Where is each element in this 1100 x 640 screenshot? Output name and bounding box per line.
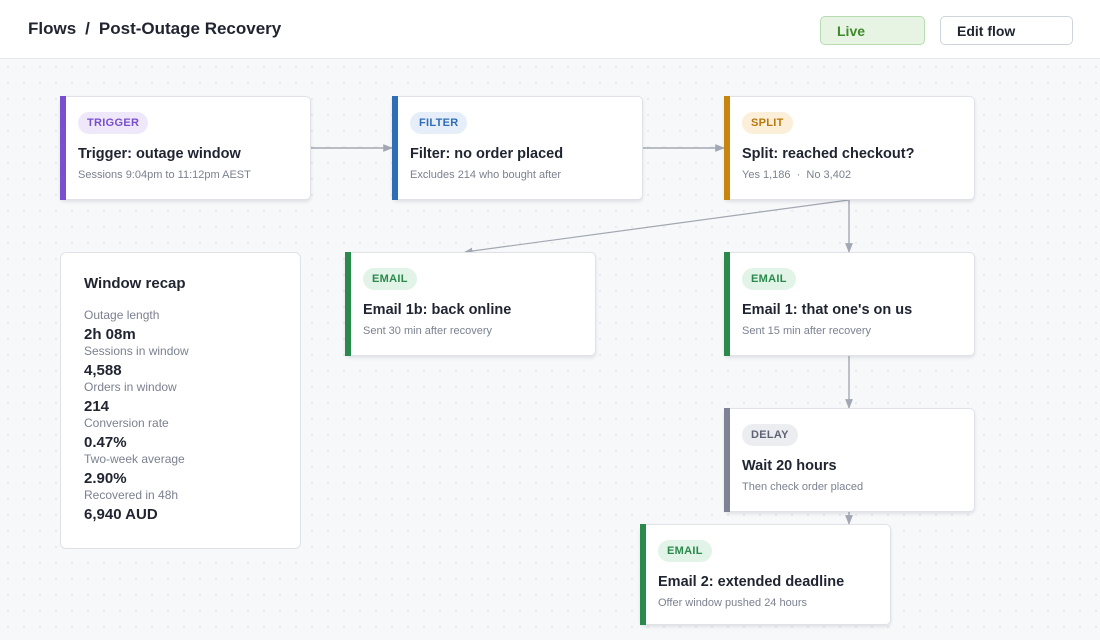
stat-label-conversion: Conversion rate xyxy=(84,416,169,430)
node-accent-bar xyxy=(724,252,730,356)
stat-label-recovered: Recovered in 48h xyxy=(84,488,179,502)
node-type-badge: TRIGGER xyxy=(78,112,149,134)
node-title: Split: reached checkout? xyxy=(742,146,915,162)
node-email-2[interactable]: EMAIL Email 2: extended deadline Offer w… xyxy=(640,524,891,625)
node-title: Trigger: outage window xyxy=(78,146,241,162)
node-subtitle: Sent 30 min after recovery xyxy=(363,325,493,337)
node-accent-bar xyxy=(392,96,398,200)
node-accent-bar xyxy=(640,524,646,625)
node-type-badge: FILTER xyxy=(410,112,468,134)
node-accent-bar xyxy=(60,96,66,200)
stat-label-two-week-average: Two-week average xyxy=(84,452,185,466)
node-title: Email 1b: back online xyxy=(363,302,512,318)
node-accent-bar xyxy=(345,252,351,356)
node-accent-bar xyxy=(724,408,730,512)
recap-stats: Outage length 2h 08m Sessions in window … xyxy=(84,308,189,524)
node-filter[interactable]: FILTER Filter: no order placed Excludes … xyxy=(392,96,643,200)
node-email-1b[interactable]: EMAIL Email 1b: back online Sent 30 min … xyxy=(345,252,596,356)
node-trigger[interactable]: TRIGGER Trigger: outage window Sessions … xyxy=(60,96,311,200)
node-type-badge: EMAIL xyxy=(742,268,796,290)
node-subtitle: Sent 15 min after recovery xyxy=(742,325,872,337)
node-type-badge: EMAIL xyxy=(658,540,712,562)
node-type-badge: SPLIT xyxy=(742,112,793,134)
stat-label-orders: Orders in window xyxy=(84,380,177,394)
node-subtitle: Excludes 214 who bought after xyxy=(410,169,562,181)
node-type-badge: DELAY xyxy=(742,424,798,446)
stat-value-sessions: 4,588 xyxy=(84,362,122,379)
node-title: Email 1: that one's on us xyxy=(742,302,913,318)
stat-value-recovered: 6,940 AUD xyxy=(84,506,158,523)
node-subtitle: Sessions 9:04pm to 11:12pm AEST xyxy=(78,169,251,181)
stat-label-sessions: Sessions in window xyxy=(84,344,189,358)
node-delay[interactable]: DELAY Wait 20 hours Then check order pla… xyxy=(724,408,975,512)
connector-split-email1b xyxy=(464,199,850,255)
node-type-badge: EMAIL xyxy=(363,268,417,290)
node-accent-bar xyxy=(724,96,730,200)
node-title: Filter: no order placed xyxy=(410,146,564,162)
node-subtitle: Then check order placed xyxy=(742,481,864,493)
node-title: Wait 20 hours xyxy=(742,458,837,474)
stat-label-outage-length: Outage length xyxy=(84,308,160,322)
stat-value-orders: 214 xyxy=(84,398,110,415)
node-title: Email 2: extended deadline xyxy=(658,574,845,590)
recap-title: Window recap xyxy=(84,275,186,292)
node-subtitle: Offer window pushed 24 hours xyxy=(658,597,807,609)
node-split[interactable]: SPLIT Split: reached checkout? Yes 1,186… xyxy=(724,96,975,200)
stat-value-outage-length: 2h 08m xyxy=(84,326,136,343)
window-recap-panel: Window recap Outage length 2h 08m Sessio… xyxy=(60,252,301,549)
node-email-1[interactable]: EMAIL Email 1: that one's on us Sent 15 … xyxy=(724,252,975,356)
stat-value-conversion: 0.47% xyxy=(84,434,127,451)
node-subtitle: Yes 1,186 · No 3,402 xyxy=(742,169,852,181)
stat-value-two-week-average: 2.90% xyxy=(84,470,127,487)
